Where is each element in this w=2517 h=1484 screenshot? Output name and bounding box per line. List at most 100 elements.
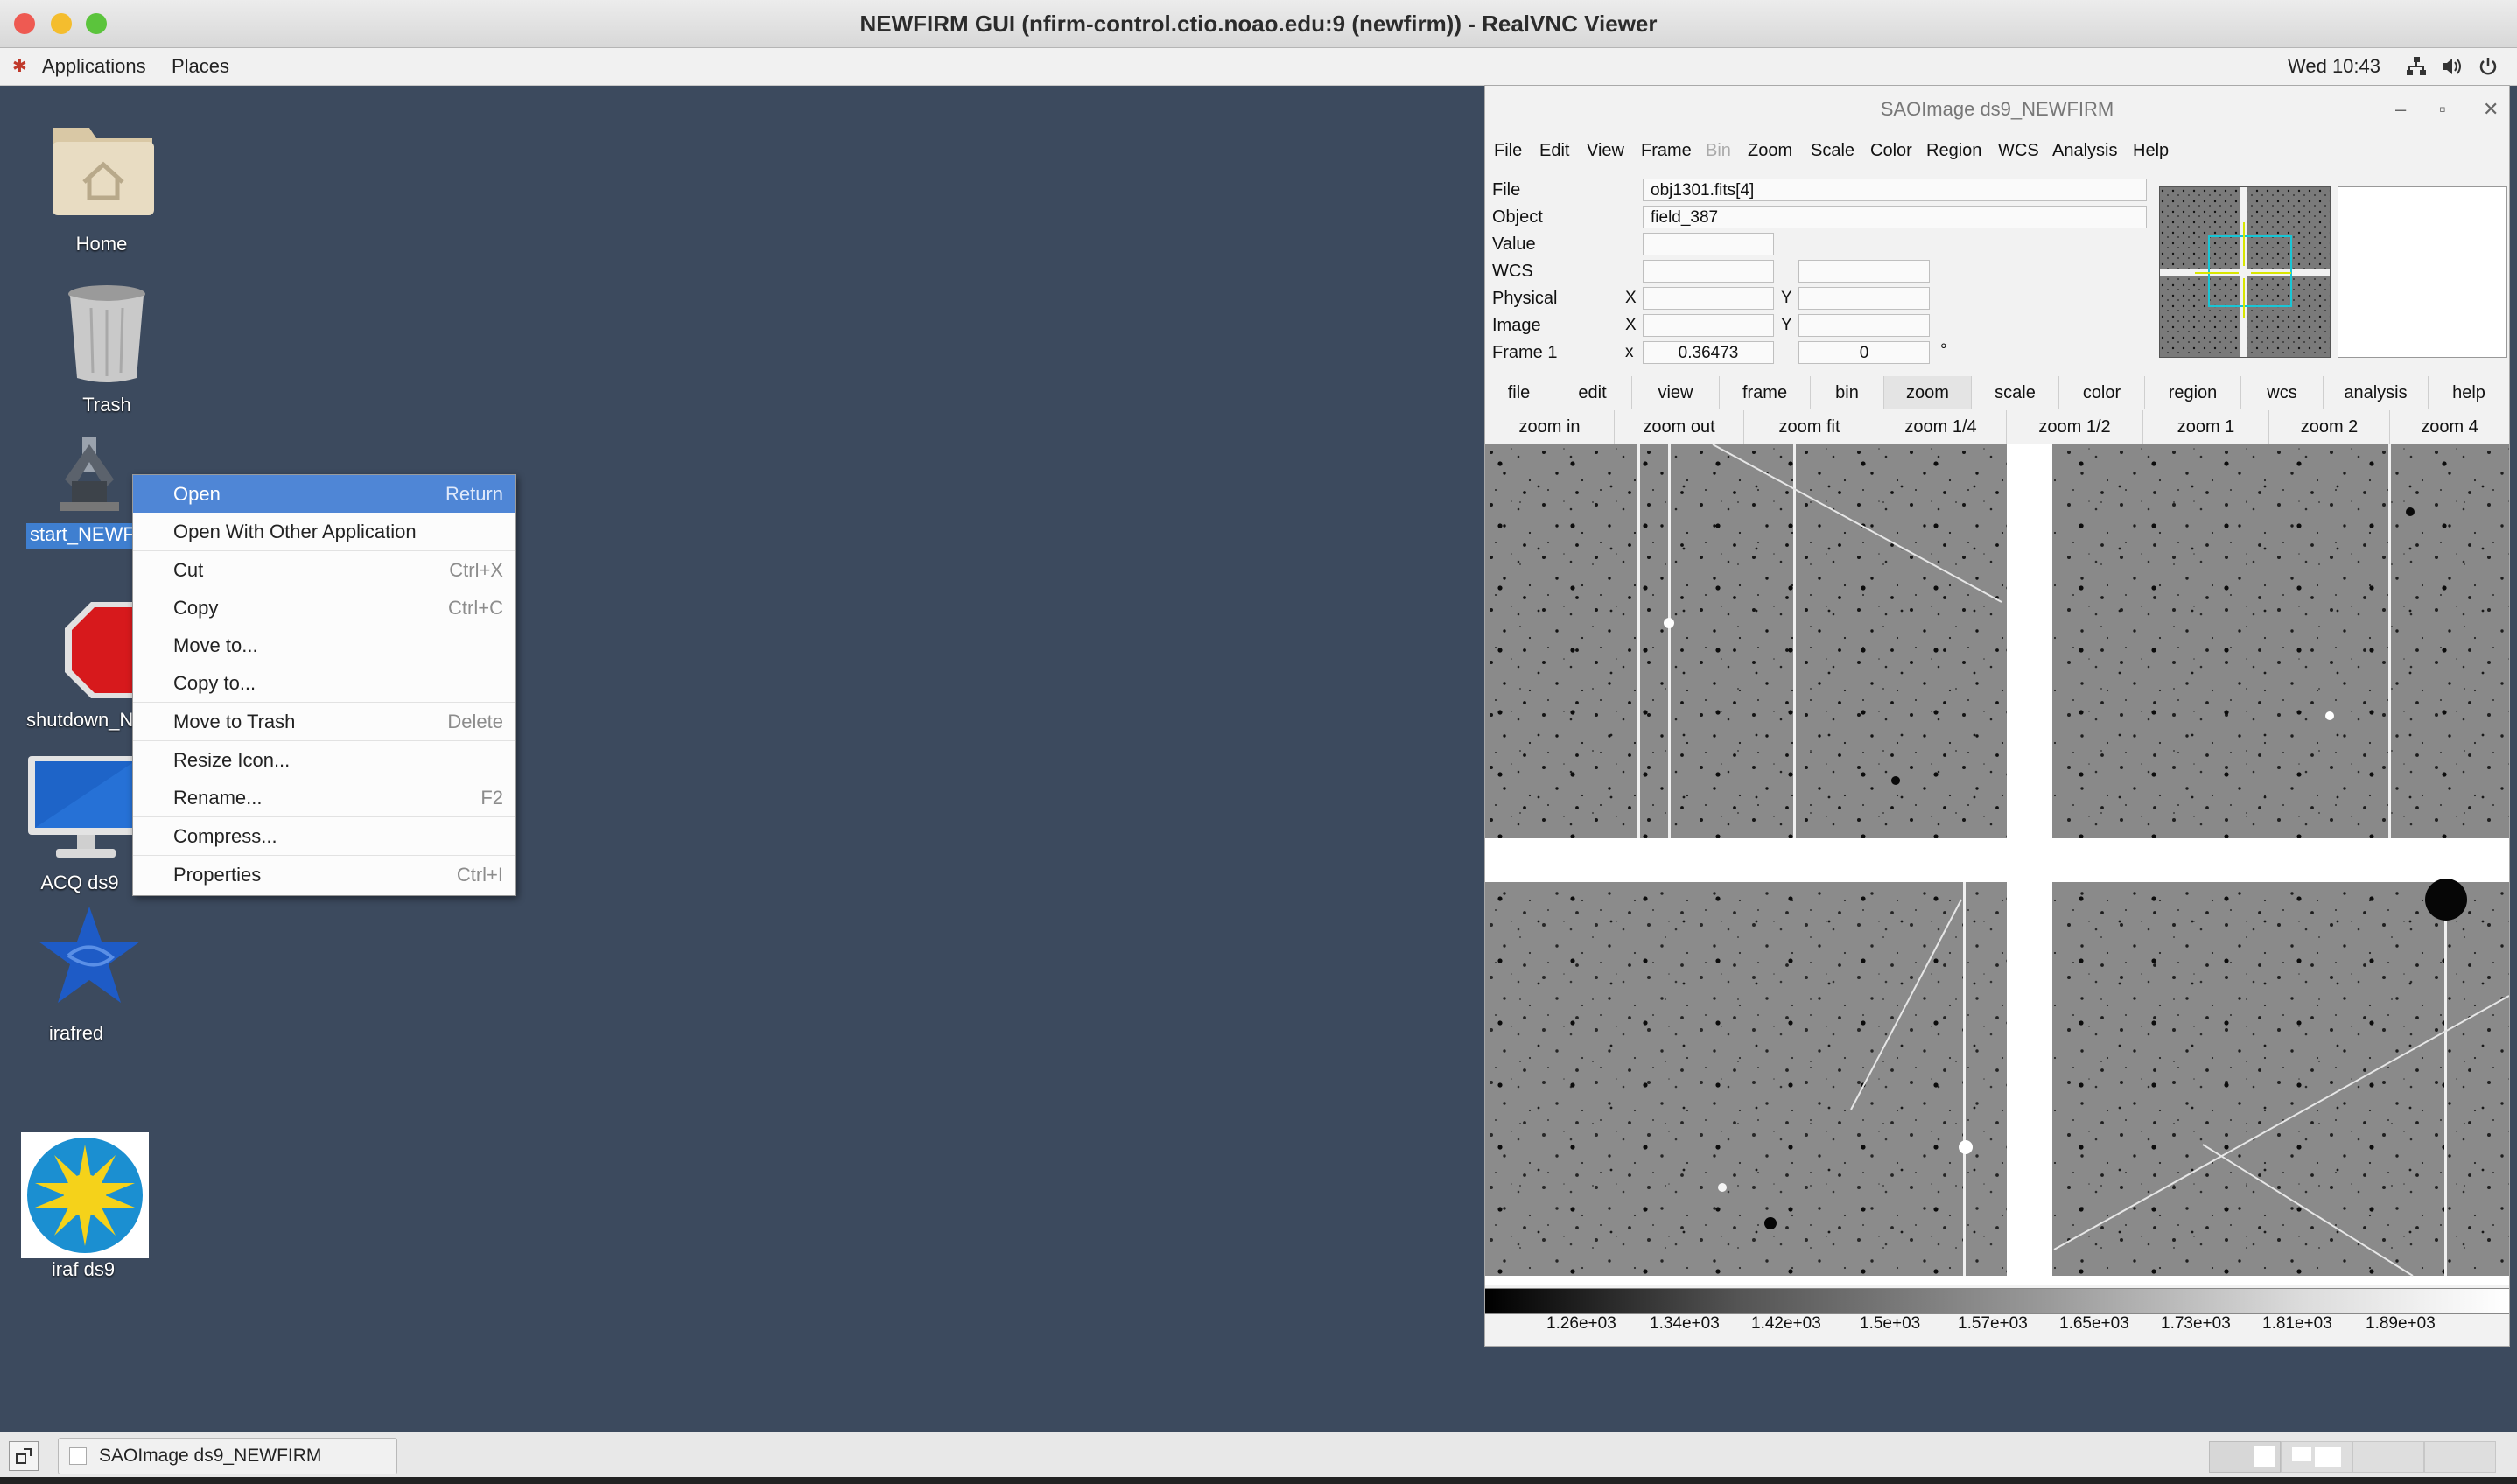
image-display[interactable] [1485, 444, 2509, 1284]
value-field [1643, 233, 1774, 256]
taskbar-window-button[interactable]: SAOImage ds9_NEWFIRM [58, 1438, 397, 1474]
viewer-bottom-edge [0, 1477, 2517, 1484]
menu-edit[interactable]: Edit [1539, 141, 1569, 161]
buttonbar-frame[interactable]: frame [1720, 376, 1811, 410]
buttonbar-help[interactable]: help [2429, 376, 2509, 410]
zoom-button-bar: zoom in zoom out zoom fit zoom 1/4 zoom … [1485, 410, 2509, 444]
menu-item-open[interactable]: Open Return [133, 475, 515, 513]
zoom-2-button[interactable]: zoom 2 [2269, 410, 2390, 444]
menu-item-copy[interactable]: Copy Ctrl+C [133, 589, 515, 626]
menu-item-shortcut: Ctrl+I [456, 864, 503, 886]
menu-item-label: Open [173, 483, 221, 505]
menu-help[interactable]: Help [2133, 141, 2169, 161]
desktop-icon-shutdown[interactable]: shutdown_N [19, 595, 135, 735]
colorbar[interactable] [1485, 1284, 2509, 1314]
wcs-y-field [1798, 260, 1930, 283]
zoom-in-button[interactable]: zoom in [1485, 410, 1615, 444]
menu-wcs[interactable]: WCS [1998, 141, 2039, 161]
desktop-icon-label: Home [75, 233, 128, 255]
menu-item-cut[interactable]: Cut Ctrl+X [133, 550, 515, 589]
menu-item-copy-to[interactable]: Copy to... [133, 664, 515, 702]
workspace-4[interactable] [2424, 1441, 2496, 1473]
minimize-icon[interactable]: – [2395, 98, 2406, 121]
zoom-fit-button[interactable]: zoom fit [1744, 410, 1875, 444]
desktop-icon-acq-ds9[interactable]: ACQ ds9 [18, 752, 149, 898]
buttonbar-color[interactable]: color [2059, 376, 2145, 410]
menu-item-rename[interactable]: Rename... F2 [133, 779, 515, 816]
menu-region[interactable]: Region [1926, 141, 1981, 161]
menu-item-label: Open With Other Application [173, 521, 417, 542]
workspace-3[interactable] [2352, 1441, 2424, 1473]
menu-frame[interactable]: Frame [1641, 141, 1692, 161]
ds9-window: SAOImage ds9_NEWFIRM – ▫ ✕ File Edit Vie… [1484, 85, 2510, 1347]
buttonbar-zoom[interactable]: zoom [1884, 376, 1972, 410]
power-icon[interactable] [2477, 55, 2499, 83]
image-label: Image [1492, 316, 1541, 335]
buttonbar-edit[interactable]: edit [1553, 376, 1632, 410]
image-y-label: Y [1781, 316, 1792, 334]
workspace-1[interactable] [2209, 1441, 2281, 1473]
menu-item-compress[interactable]: Compress... [133, 816, 515, 855]
zoom-half-button[interactable]: zoom 1/2 [2007, 410, 2143, 444]
colorbar-tick: 1.81e+03 [2262, 1314, 2332, 1333]
show-desktop-button[interactable] [9, 1441, 39, 1471]
stop-sign-icon [65, 602, 135, 698]
menu-item-move-to[interactable]: Move to... [133, 626, 515, 664]
desktop-icon-start-newfirm[interactable]: start_NEWF [25, 436, 138, 555]
buttonbar-region[interactable]: region [2145, 376, 2241, 410]
colorbar-tick: 1.34e+03 [1650, 1314, 1720, 1333]
wcs-label: WCS [1492, 262, 1533, 281]
buttonbar-scale[interactable]: scale [1972, 376, 2059, 410]
menu-color[interactable]: Color [1870, 141, 1912, 161]
zoom-1-button[interactable]: zoom 1 [2143, 410, 2269, 444]
close-icon[interactable]: ✕ [2483, 98, 2499, 121]
desktop-icon-home[interactable]: Home [35, 114, 168, 262]
menu-item-shortcut: Return [445, 483, 503, 505]
menu-view[interactable]: View [1587, 141, 1624, 161]
maximize-icon[interactable]: ▫ [2439, 98, 2446, 121]
menu-scale[interactable]: Scale [1811, 141, 1854, 161]
file-label: File [1492, 180, 1521, 200]
desktop-icon-iraf-ds9[interactable]: iraf ds9 [21, 1132, 149, 1286]
menu-item-shortcut: Ctrl+C [448, 597, 503, 619]
buttonbar-bin[interactable]: bin [1811, 376, 1884, 410]
clock[interactable]: Wed 10:43 [2288, 55, 2380, 78]
physical-y-field [1798, 287, 1930, 310]
zoom-out-button[interactable]: zoom out [1615, 410, 1744, 444]
image-quadrant-top-left [1485, 444, 2007, 838]
menu-item-label: Copy [173, 597, 219, 619]
desktop-icon-label: iraf ds9 [51, 1258, 116, 1280]
buttonbar-view[interactable]: view [1632, 376, 1720, 410]
desktop-icon-label: irafred [48, 1022, 104, 1044]
applications-menu[interactable]: Applications [42, 55, 146, 78]
desktop-icon-label: Trash [82, 394, 131, 416]
menu-item-move-to-trash[interactable]: Move to Trash Delete [133, 702, 515, 740]
menu-item-properties[interactable]: Properties Ctrl+I [133, 855, 515, 893]
zoom-4-button[interactable]: zoom 4 [2390, 410, 2509, 444]
desktop-icon-irafred[interactable]: irafred [19, 903, 151, 1048]
buttonbar-analysis[interactable]: analysis [2324, 376, 2429, 410]
button-bar: file edit view frame bin zoom scale colo… [1485, 376, 2509, 410]
colorbar-tick: 1.57e+03 [1958, 1314, 2028, 1333]
menu-analysis[interactable]: Analysis [2052, 141, 2117, 161]
places-menu[interactable]: Places [172, 55, 229, 78]
buttonbar-wcs[interactable]: wcs [2241, 376, 2324, 410]
menu-item-label: Compress... [173, 825, 277, 847]
degree-symbol: ° [1940, 341, 1947, 360]
volume-icon[interactable] [2440, 55, 2463, 83]
frame-x-label: x [1625, 343, 1634, 361]
menu-item-label: Cut [173, 559, 204, 581]
home-folder-icon [53, 128, 154, 215]
menu-item-resize-icon[interactable]: Resize Icon... [133, 740, 515, 779]
buttonbar-file[interactable]: file [1485, 376, 1553, 410]
image-quadrant-top-right [2052, 444, 2509, 838]
zoom-quarter-button[interactable]: zoom 1/4 [1875, 410, 2007, 444]
menu-file[interactable]: File [1494, 141, 1522, 161]
desktop-icon-trash[interactable]: Trash [40, 282, 173, 422]
menu-item-open-with[interactable]: Open With Other Application [133, 513, 515, 550]
menu-zoom[interactable]: Zoom [1748, 141, 1792, 161]
network-icon[interactable] [2405, 55, 2428, 83]
ds9-title: SAOImage ds9_NEWFIRM [1485, 86, 2509, 133]
workspace-2[interactable] [2281, 1441, 2352, 1473]
panner[interactable] [2159, 186, 2331, 358]
